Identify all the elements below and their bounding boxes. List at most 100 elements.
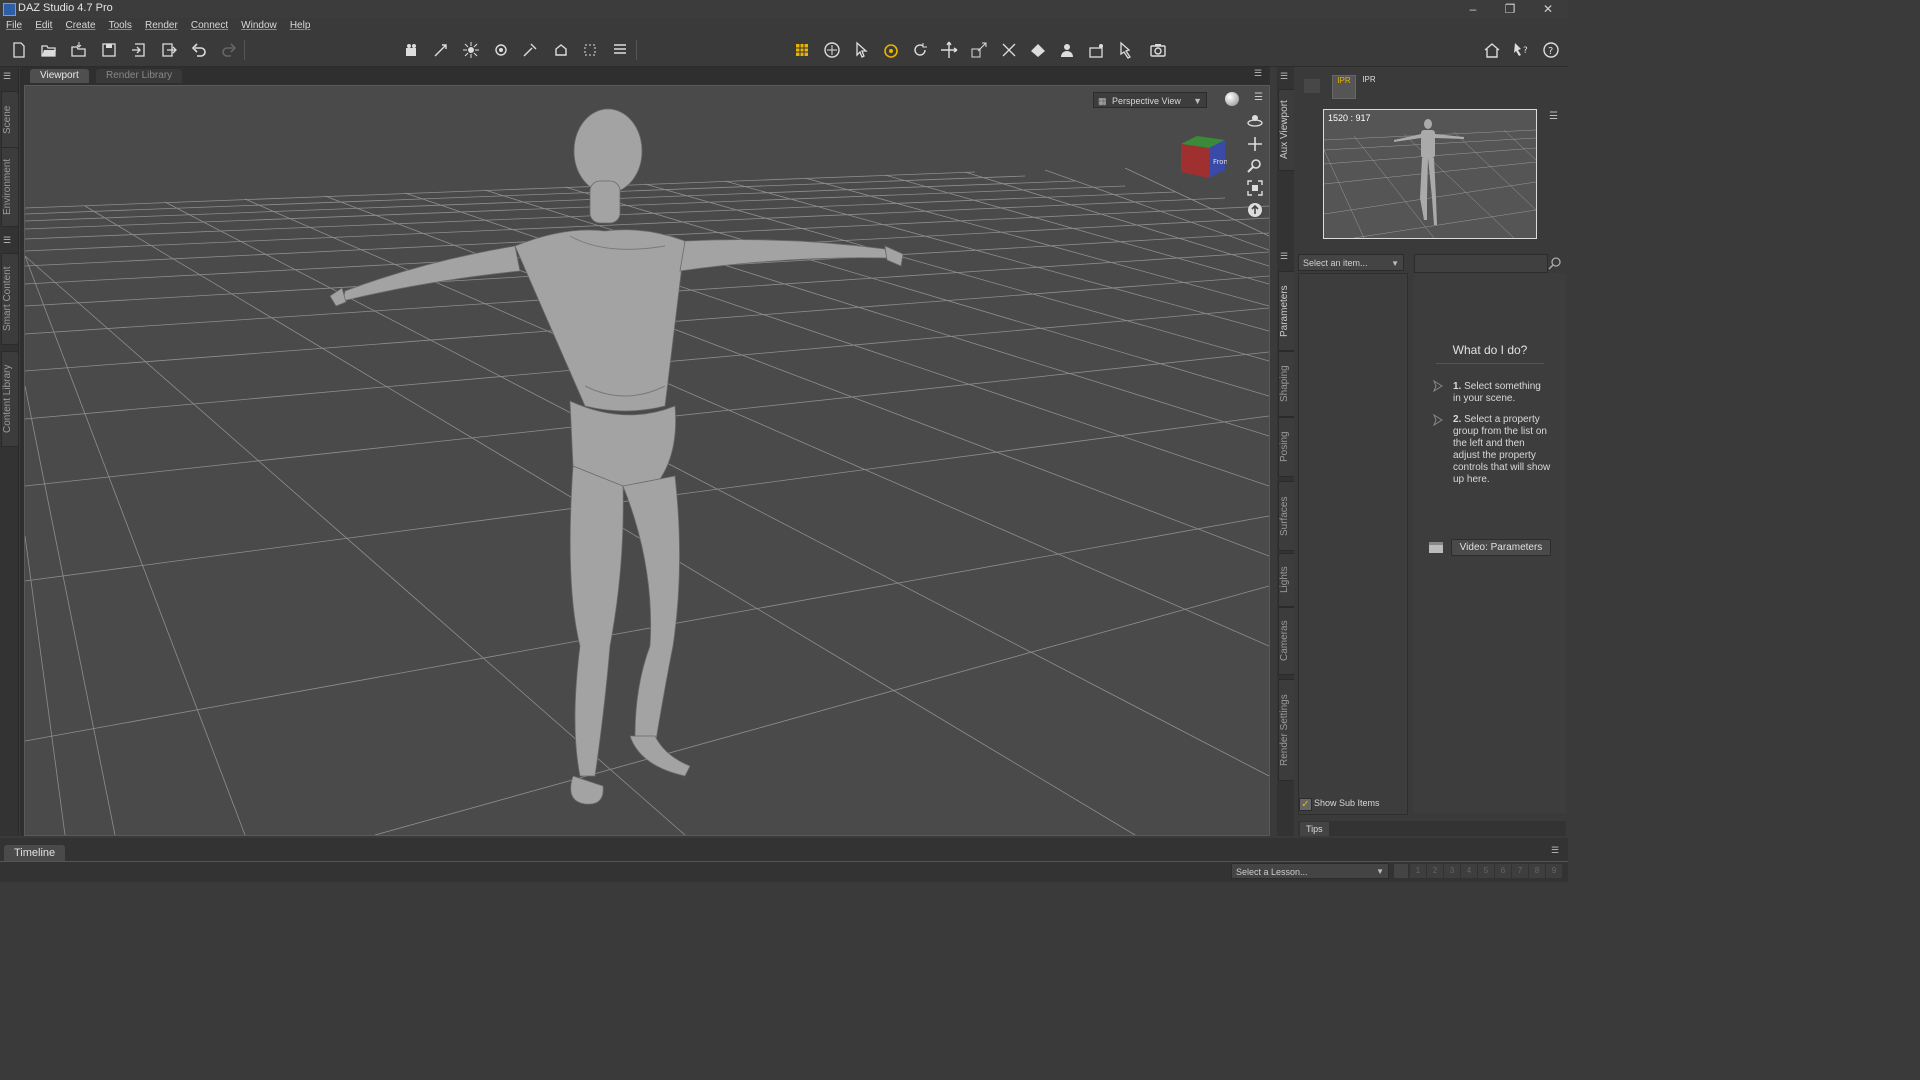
tab-tips[interactable]: Tips	[1300, 822, 1329, 836]
3d-viewport[interactable]: ▦ Perspective View ▼ ☰ Front	[24, 85, 1270, 836]
aux-viewport-canvas[interactable]: 1520 : 917	[1323, 109, 1537, 239]
menu-create[interactable]: Create	[65, 18, 95, 34]
spot-render-icon[interactable]	[1087, 40, 1107, 60]
lesson-select-dropdown[interactable]: Select a Lesson... ▼	[1231, 863, 1389, 879]
human-figure[interactable]	[329, 108, 904, 805]
lesson-step[interactable]: 8	[1529, 864, 1545, 878]
tab-viewport[interactable]: Viewport	[30, 69, 89, 83]
open-icon[interactable]	[39, 40, 59, 60]
close-button[interactable]: ✕	[1530, 0, 1566, 18]
property-group-list[interactable]	[1298, 273, 1408, 815]
search-icon[interactable]	[1548, 256, 1562, 270]
undo-icon[interactable]	[189, 40, 209, 60]
maximize-button[interactable]: ❐	[1492, 0, 1528, 18]
lesson-step[interactable]: 1	[1410, 864, 1426, 878]
joint-editor-icon[interactable]	[792, 40, 812, 60]
ipr-button-active[interactable]: IPR	[1332, 75, 1356, 99]
ipr-button[interactable]: IPR	[1358, 75, 1380, 97]
zoom-icon[interactable]	[1247, 158, 1263, 174]
bottom-divider	[0, 861, 1568, 862]
aux-camera-icon[interactable]	[1304, 79, 1320, 93]
draw-style-icon[interactable]	[1225, 92, 1239, 106]
view-select-value: Perspective View	[1112, 96, 1181, 106]
node-selection-icon[interactable]	[851, 40, 871, 60]
viewport-menu-icon[interactable]: ☰	[1254, 92, 1263, 103]
lesson-step[interactable]: 2	[1427, 864, 1443, 878]
orbit-icon[interactable]	[1247, 113, 1263, 129]
tab-scene[interactable]: Scene	[1, 91, 19, 149]
select-item-dropdown[interactable]: Select an item... ▼	[1298, 254, 1404, 271]
reset-icon[interactable]	[1247, 202, 1263, 218]
spotlight-icon[interactable]	[431, 40, 451, 60]
ipr-label: IPR	[1362, 75, 1376, 84]
lesson-step[interactable]: 5	[1478, 864, 1494, 878]
import-icon[interactable]	[129, 40, 149, 60]
help-step-2-text: Select a property group from the list on…	[1453, 414, 1551, 485]
home-icon[interactable]	[1482, 40, 1502, 60]
pane-menu-icon[interactable]: ☰	[1280, 71, 1288, 82]
rotate-icon[interactable]	[910, 40, 930, 60]
pane-menu-icon[interactable]: ☰	[3, 71, 15, 81]
menu-edit[interactable]: Edit	[35, 18, 52, 34]
parameter-search-input[interactable]	[1414, 254, 1548, 273]
video-clapper-icon	[1428, 541, 1444, 553]
show-sub-items-checkbox[interactable]: ✓	[1299, 798, 1312, 811]
pose-tool-icon[interactable]	[1117, 40, 1137, 60]
menu-tools[interactable]: Tools	[109, 18, 132, 34]
pane-menu-icon[interactable]: ☰	[1551, 845, 1559, 856]
lesson-step[interactable]: 3	[1444, 864, 1460, 878]
frame-icon[interactable]	[1247, 180, 1263, 196]
create-primitive-icon[interactable]	[551, 40, 571, 60]
export-icon[interactable]	[158, 40, 178, 60]
save-icon[interactable]	[99, 40, 119, 60]
geometry-editor-icon[interactable]	[1057, 40, 1077, 60]
menu-render[interactable]: Render	[145, 18, 178, 34]
menu-file[interactable]: File	[6, 18, 22, 34]
help-icon[interactable]: ?	[1541, 40, 1561, 60]
merge-icon[interactable]	[69, 40, 89, 60]
view-select-dropdown[interactable]: ▦ Perspective View ▼	[1093, 92, 1207, 108]
distant-light-icon[interactable]	[491, 40, 511, 60]
lesson-step[interactable]: 6	[1495, 864, 1511, 878]
render-icon[interactable]	[1148, 40, 1168, 60]
lesson-step[interactable]: 9	[1546, 864, 1562, 878]
menu-window[interactable]: Window	[241, 18, 277, 34]
view-cube[interactable]: Front	[1175, 130, 1231, 182]
new-scene-icon[interactable]	[9, 40, 29, 60]
tab-smart-content[interactable]: Smart Content	[1, 253, 19, 345]
tab-render-library[interactable]: Render Library	[96, 69, 183, 83]
lesson-step[interactable]: 7	[1512, 864, 1528, 878]
point-light-icon[interactable]	[461, 40, 481, 60]
transform-icon[interactable]	[999, 40, 1019, 60]
node-weight-icon[interactable]	[580, 40, 600, 60]
redo-icon[interactable]	[219, 40, 239, 60]
tab-content-library[interactable]: Content Library	[1, 351, 19, 447]
universal-tool-icon[interactable]	[822, 40, 842, 60]
create-camera-icon[interactable]	[401, 40, 421, 60]
translate-icon[interactable]	[939, 40, 959, 60]
aux-viewport-menu-icon[interactable]: ☰	[1549, 111, 1558, 122]
lesson-book-icon[interactable]	[1394, 864, 1408, 878]
surface-selection-icon[interactable]	[1028, 40, 1048, 60]
minimize-button[interactable]: –	[1455, 0, 1491, 18]
menu-help[interactable]: Help	[290, 18, 311, 34]
menu-bar: File Edit Create Tools Render Connect Wi…	[0, 18, 1568, 34]
pane-menu-icon[interactable]: ☰	[1254, 68, 1262, 79]
whats-this-icon[interactable]: ?	[1511, 40, 1531, 60]
tab-environment[interactable]: Environment	[1, 147, 19, 227]
ipr-label: IPR	[1337, 76, 1351, 85]
pane-menu-icon[interactable]: ☰	[3, 235, 15, 245]
menu-connect[interactable]: Connect	[191, 18, 228, 34]
lesson-step[interactable]: 4	[1461, 864, 1477, 878]
pan-icon[interactable]	[1247, 136, 1263, 152]
active-pose-icon[interactable]	[881, 40, 901, 60]
linear-point-light-icon[interactable]	[520, 40, 540, 60]
title-bar: DAZ Studio 4.7 Pro – ❐ ✕	[0, 0, 1568, 18]
lesson-step-strip: 1 2 3 4 5 6 7 8 9	[1410, 864, 1562, 878]
list-icon[interactable]	[610, 40, 630, 60]
pane-menu-icon[interactable]: ☰	[1280, 251, 1288, 262]
video-parameters-button[interactable]: Video: Parameters	[1451, 539, 1551, 556]
tab-timeline[interactable]: Timeline	[4, 845, 66, 861]
camera-view-icon: ▦	[1098, 96, 1107, 106]
scale-icon[interactable]	[969, 40, 989, 60]
